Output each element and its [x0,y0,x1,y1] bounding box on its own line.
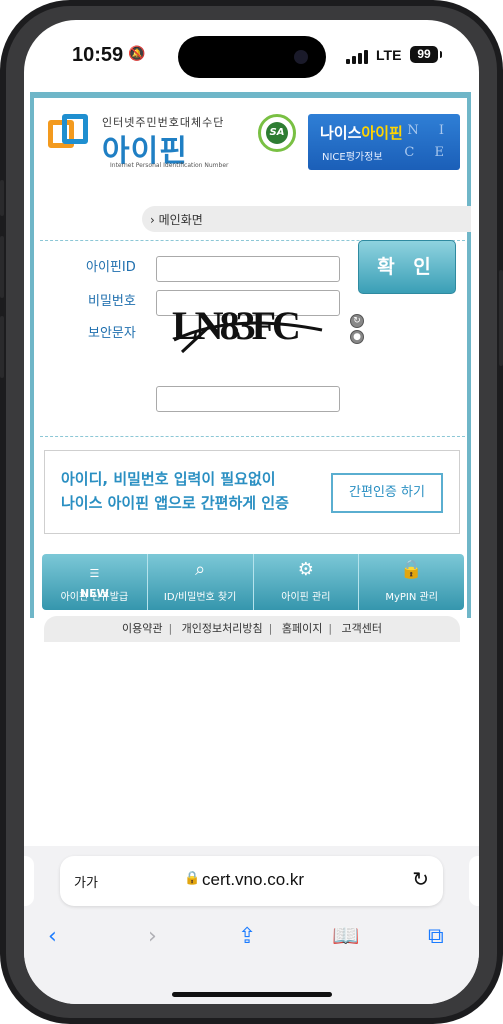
homepage-link[interactable]: 홈페이지 [276,622,328,635]
security-seal-icon: SA [258,114,296,152]
status-time: 10:59 [72,44,124,66]
camera-icon [294,50,308,64]
text-size-button[interactable]: 가가 [74,872,98,891]
bookmarks-icon[interactable]: 📖 [332,924,359,949]
divider [40,436,465,437]
status-bar: 10:59 🔕 LTE 99 [24,20,479,92]
simple-auth-promo: 아이디, 비밀번호 입력이 필요없이 나이스 아이핀 앱으로 간편하게 인증 간… [44,450,460,534]
search-icon: ⌕ [195,559,206,580]
lock-icon: 🔒 [400,559,423,580]
ipin-id-input[interactable] [156,256,340,282]
password-label: 비밀번호 [88,294,136,309]
nice-banner-subtitle: NICE평가정보 [322,152,383,163]
power-button [499,270,503,366]
reload-icon[interactable]: ↻ [412,867,429,891]
menu-find-id-pw[interactable]: ⌕ ID/비밀번호 찾기 [148,554,254,610]
safari-bottom-bar: 가가 🔒 cert.vno.co.kr ↻ ‹ › ⇪ 📖 ⧉ [24,846,479,1004]
captcha-label: 보안문자 [88,326,136,341]
captcha-input[interactable] [156,386,340,412]
dynamic-island [178,36,326,78]
volume-up-button [0,236,4,298]
lock-icon: 🔒 [184,871,201,886]
breadcrumb-label: › 메인화면 [150,213,203,227]
confirm-button[interactable]: 확 인 [358,240,456,294]
battery-icon: 99 [410,46,442,63]
home-indicator [172,992,332,997]
captcha-image: LN83FC [172,302,334,354]
left-border [30,92,34,618]
footer-links: 이용약관 | 개인정보처리방침 | 홈페이지 | 고객센터 [44,616,460,642]
web-page: 인터넷주민번호대체수단 아이핀 Internet Personal Identi… [30,92,471,642]
next-tab-edge[interactable] [469,856,479,906]
share-icon[interactable]: ⇪ [238,924,256,949]
main-menu: ☰ NEW 아이핀 신규발급 ⌕ ID/비밀번호 찾기 ⚙ 아이핀 관리 🔒 My… [42,554,464,610]
signal-icon [346,50,370,64]
forward-icon[interactable]: › [148,924,157,949]
logo-english: Internet Personal Identification Number [110,162,229,169]
nice-ipin-banner[interactable]: 나이스아이핀 NICE평가정보 N I C E [308,114,460,170]
captcha-audio-icon[interactable]: ● [350,330,364,344]
menu-ipin-manage[interactable]: ⚙ 아이핀 관리 [254,554,360,610]
tabs-icon[interactable]: ⧉ [428,924,444,949]
previous-tab-edge[interactable] [24,856,34,906]
volume-down-button [0,316,4,378]
menu-mypin-manage[interactable]: 🔒 MyPIN 관리 [359,554,464,610]
simple-auth-button[interactable]: 간편인증 하기 [331,473,443,513]
top-border [30,92,471,98]
breadcrumb[interactable]: › 메인화면 [142,206,471,232]
nice-banner-title: 나이스아이핀 [320,124,403,142]
ipin-logo-icon[interactable] [48,114,90,154]
back-icon[interactable]: ‹ [48,924,57,949]
promo-text: 아이디, 비밀번호 입력이 필요없이 나이스 아이핀 앱으로 간편하게 인증 [61,470,289,512]
gear-icon: ⚙ [297,559,314,580]
network-type: LTE [376,47,402,63]
phone-screen: 10:59 🔕 LTE 99 인터넷주민번호대체수단 아이핀 Internet … [24,20,479,1004]
right-border [467,92,471,618]
support-link[interactable]: 고객센터 [336,622,388,635]
terms-link[interactable]: 이용약관 [116,622,168,635]
id-label: 아이핀ID [86,260,136,275]
privacy-link[interactable]: 개인정보처리방침 [176,622,269,635]
silent-switch [0,180,4,216]
url-text[interactable]: cert.vno.co.kr [202,870,304,890]
menu-new-ipin[interactable]: ☰ NEW 아이핀 신규발급 [42,554,148,610]
captcha-refresh-icon[interactable]: ↻ [350,314,364,328]
bell-off-icon: 🔕 [128,46,146,62]
address-bar[interactable]: 가가 🔒 cert.vno.co.kr ↻ [60,856,443,906]
nice-banner-letters: N I C E [404,123,452,160]
